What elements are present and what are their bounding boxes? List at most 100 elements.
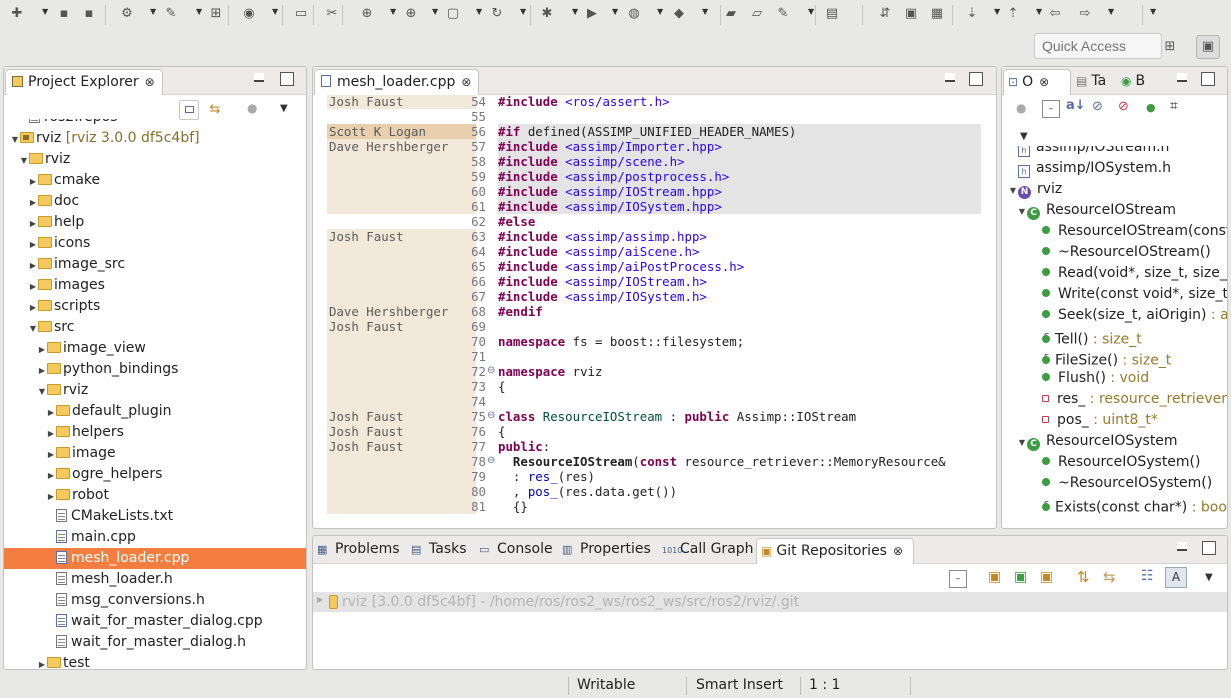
tab-call-graph[interactable]: 1010Call Graph bbox=[662, 536, 754, 563]
blame-annotation[interactable] bbox=[327, 484, 476, 499]
link-with-selection-icon[interactable]: ⇆ bbox=[1103, 568, 1116, 586]
cpp-perspective-icon[interactable]: ▣ bbox=[1196, 35, 1220, 59]
expanded-icon[interactable]: ▼ bbox=[1008, 180, 1018, 201]
dropdown-arrow-icon[interactable]: ▼ bbox=[432, 8, 440, 16]
minimize-icon[interactable] bbox=[945, 73, 955, 82]
blame-annotation[interactable]: Scott K Logan bbox=[327, 124, 476, 139]
tree-item[interactable]: ros2.repos bbox=[4, 119, 306, 128]
code-line[interactable]: #else bbox=[498, 214, 535, 229]
outline-item[interactable]: ▼ C ResourceIOStream bbox=[1002, 200, 1227, 221]
refresh-icon[interactable]: ↻ bbox=[488, 5, 506, 23]
minimize-icon[interactable] bbox=[254, 73, 264, 82]
tree-item[interactable]: ▼ rviz bbox=[4, 380, 306, 401]
blame-annotation[interactable]: Josh Faust bbox=[327, 319, 476, 334]
outline-item[interactable]: Flush() : void bbox=[1002, 368, 1227, 389]
outline-item[interactable]: cExists(const char*) : bool bbox=[1002, 494, 1227, 516]
new-file-icon[interactable]: ▢ bbox=[444, 5, 462, 23]
code-line[interactable]: #include <assimp/Importer.hpp> bbox=[498, 139, 981, 154]
code-line[interactable]: #include <assimp/aiScene.h> bbox=[498, 244, 699, 259]
add-repository-icon[interactable]: ▣ bbox=[988, 569, 1001, 585]
tree-item[interactable]: main.cpp bbox=[4, 527, 306, 548]
clone-repository-icon[interactable]: ▣ bbox=[1014, 569, 1027, 585]
tree-item[interactable]: ▼ rviz [rviz 3.0.0 df5c4bf] bbox=[4, 128, 306, 149]
tree-item[interactable]: mesh_loader.cpp bbox=[4, 548, 306, 569]
collapsed-icon[interactable]: ▶ bbox=[28, 255, 38, 276]
tree-item[interactable]: ▼ src bbox=[4, 317, 306, 338]
code-line[interactable]: #include <assimp/IOStream.hpp> bbox=[498, 184, 981, 199]
minimize-icon[interactable] bbox=[1177, 73, 1187, 82]
collapsed-icon[interactable]: ▶ bbox=[46, 402, 56, 423]
tree-item[interactable]: ▶ python_bindings bbox=[4, 359, 306, 380]
collapsed-icon[interactable]: ▶ bbox=[46, 465, 56, 486]
code-area[interactable]: Josh Faust 54 #include <ros/assert.h> 55 Sco… bbox=[313, 95, 996, 515]
tree-item[interactable]: msg_conversions.h bbox=[4, 590, 306, 611]
view-menu-icon[interactable]: ▼ bbox=[280, 103, 288, 114]
code-line[interactable]: : res_(res) bbox=[498, 469, 595, 484]
collapsed-icon[interactable]: ▶ bbox=[28, 297, 38, 318]
tree-item[interactable]: ▶ robot bbox=[4, 485, 306, 506]
refresh-icon[interactable]: ⇅ bbox=[1077, 568, 1090, 586]
debug-icon[interactable]: ✱ bbox=[538, 5, 556, 23]
collapsed-icon[interactable]: ▶ bbox=[46, 486, 56, 507]
code-line[interactable]: ResourceIOStream(const resource_retrieve… bbox=[498, 454, 946, 469]
tree-item[interactable]: ▶ image_view bbox=[4, 338, 306, 359]
next-annotation-icon[interactable]: ⇣ bbox=[963, 5, 981, 23]
code-line[interactable]: #if defined(ASSIMP_UNIFIED_HEADER_NAMES) bbox=[498, 124, 981, 139]
prev-annotation-icon[interactable]: ⇡ bbox=[1004, 5, 1022, 23]
blame-annotation[interactable] bbox=[327, 469, 476, 484]
tab-console[interactable]: ▭ Console bbox=[479, 536, 553, 563]
dropdown-arrow-icon[interactable]: ▼ bbox=[390, 8, 398, 16]
tree-item[interactable]: CMakeLists.txt bbox=[4, 506, 306, 527]
tree-item[interactable]: mesh_loader.h bbox=[4, 569, 306, 590]
highlight-icon[interactable]: ▤ bbox=[823, 5, 841, 23]
blame-annotation[interactable] bbox=[327, 154, 476, 169]
blame-annotation[interactable]: Josh Faust bbox=[327, 424, 476, 439]
expanded-icon[interactable]: ▼ bbox=[10, 129, 20, 150]
blame-annotation[interactable] bbox=[327, 199, 476, 214]
link-with-editor-icon[interactable]: ⇆ bbox=[205, 100, 225, 120]
dropdown-arrow-icon[interactable]: ▼ bbox=[196, 8, 204, 16]
code-line[interactable]: { bbox=[498, 379, 505, 394]
maximize-icon[interactable] bbox=[280, 72, 294, 86]
forward-icon[interactable]: ⇨ bbox=[1076, 5, 1094, 23]
dropdown-arrow-icon[interactable]: ▼ bbox=[657, 8, 665, 16]
expanded-icon[interactable]: ▼ bbox=[1017, 201, 1027, 222]
code-line[interactable]: public: bbox=[498, 439, 550, 454]
collapsed-icon[interactable]: ▶ bbox=[46, 423, 56, 444]
toggle-icon[interactable]: ⇵ bbox=[876, 5, 894, 23]
code-line[interactable]: #include <assimp/aiPostProcess.h> bbox=[498, 259, 744, 274]
tab-project-explorer[interactable]: Project Explorer ⊗ bbox=[5, 69, 163, 95]
expanded-icon[interactable]: ▼ bbox=[37, 381, 47, 402]
outline-item[interactable]: ResourceIOStream(const bbox=[1002, 221, 1227, 242]
sort-icon[interactable]: a↓ bbox=[1066, 98, 1086, 113]
folder-icon[interactable]: ▱ bbox=[748, 5, 766, 23]
collapsed-icon[interactable]: ▶ bbox=[28, 213, 38, 234]
blame-annotation[interactable] bbox=[327, 379, 476, 394]
collapse-all-icon[interactable]: – bbox=[1042, 100, 1060, 118]
blame-annotation[interactable] bbox=[327, 349, 476, 364]
list-icon[interactable]: ▦ bbox=[928, 5, 946, 23]
expanded-icon[interactable]: ▼ bbox=[19, 150, 29, 171]
target-icon[interactable]: ◉ bbox=[240, 5, 258, 23]
dropdown-arrow-icon[interactable]: ▼ bbox=[1036, 8, 1044, 16]
code-line[interactable]: #include <assimp/IOSystem.h> bbox=[498, 289, 707, 304]
code-line[interactable]: #include <assimp/IOSystem.hpp> bbox=[498, 199, 981, 214]
tree-item[interactable]: ▶ image_src bbox=[4, 254, 306, 275]
maximize-icon[interactable] bbox=[969, 72, 983, 86]
tree-item[interactable]: ▶ cmake bbox=[4, 170, 306, 191]
filter-icon[interactable]: ● bbox=[247, 101, 263, 117]
blame-annotation[interactable]: Josh Faust bbox=[327, 409, 476, 424]
view-menu-icon[interactable]: ▼ bbox=[1020, 131, 1028, 142]
filter-icon[interactable]: ● bbox=[1016, 101, 1026, 115]
quick-access-input[interactable] bbox=[1034, 33, 1162, 59]
outline-item[interactable]: ▼ Nrviz bbox=[1002, 179, 1227, 200]
coverage-icon[interactable]: ◆ bbox=[670, 5, 688, 23]
tree-item[interactable]: ▶ images bbox=[4, 275, 306, 296]
dropdown-arrow-icon[interactable]: ▼ bbox=[42, 8, 50, 16]
tree-item[interactable]: ▶ default_plugin bbox=[4, 401, 306, 422]
expanded-icon[interactable]: ▼ bbox=[1017, 432, 1027, 453]
collapsed-icon[interactable]: ▶ bbox=[28, 276, 38, 297]
close-icon[interactable]: ⊗ bbox=[893, 544, 903, 558]
blame-annotation[interactable]: Dave Hershberger bbox=[327, 304, 476, 319]
profile-icon[interactable]: ◍ bbox=[625, 5, 643, 23]
